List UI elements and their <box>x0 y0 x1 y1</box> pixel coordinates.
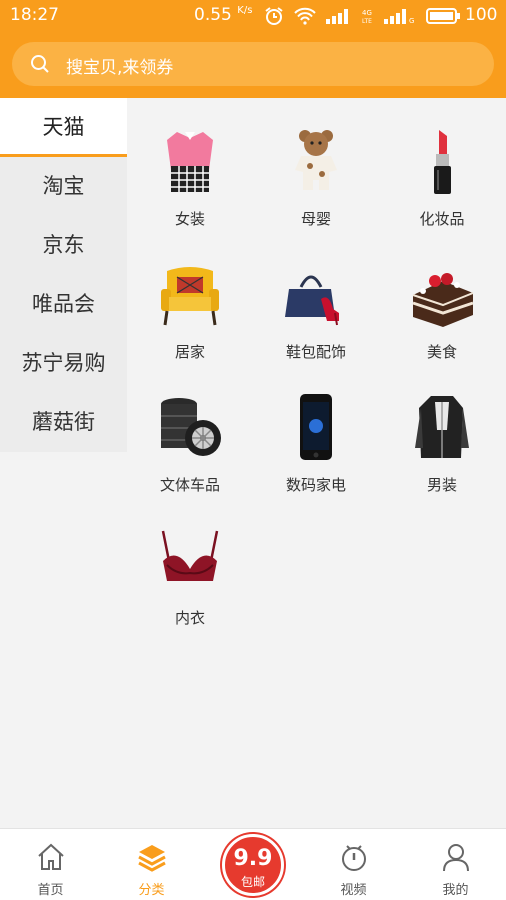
bag-shoe-icon <box>285 275 339 326</box>
category-grid: 女装 母婴 化妆品 居家 鞋包配饰 美食 文体车品 数码家电 男装 内衣 <box>127 98 506 828</box>
nav-category[interactable]: 分类 <box>101 829 202 900</box>
sidebar-item-vip[interactable]: 唯品会 <box>0 275 127 334</box>
category-womens-clothing[interactable]: 女装 <box>127 98 253 231</box>
category-label: 数码家电 <box>285 476 346 494</box>
promo-free-shipping-button[interactable]: 9.9 包邮 <box>222 834 284 896</box>
nav-profile[interactable]: 我的 <box>405 829 506 900</box>
wifi-icon <box>294 7 316 25</box>
alarm-icon <box>265 7 283 25</box>
category-label: 母婴 <box>300 210 331 228</box>
home-icon <box>38 843 64 870</box>
cake-icon <box>412 273 474 327</box>
mens-jacket-icon <box>415 396 469 458</box>
category-baby[interactable]: 母婴 <box>253 98 379 231</box>
category-shoes-bags[interactable]: 鞋包配饰 <box>253 231 379 364</box>
category-layers-icon <box>138 845 166 872</box>
category-label: 居家 <box>174 343 205 361</box>
battery-icon <box>426 8 460 24</box>
sidebar-item-mogujie[interactable]: 蘑菇街 <box>0 393 127 452</box>
battery-level: 100 <box>465 5 498 25</box>
category-label: 内衣 <box>174 609 205 627</box>
category-label: 女装 <box>174 210 205 228</box>
promo-label: 包邮 <box>240 875 265 889</box>
category-mens-clothing[interactable]: 男装 <box>379 364 505 497</box>
signal-4g-icon: 4GLTE <box>362 9 372 24</box>
sidebar-item-tmall[interactable]: 天猫 <box>0 98 127 157</box>
womens-clothing-icon <box>167 132 213 192</box>
signal-icon: G <box>384 9 414 24</box>
search-bar[interactable]: 搜宝贝,来领券 <box>12 42 494 86</box>
category-label: 化妆品 <box>419 210 465 228</box>
platform-sidebar: 天猫 淘宝 京东 唯品会 苏宁易购 蘑菇街 <box>0 98 127 452</box>
video-icon <box>342 845 366 871</box>
baby-icon <box>295 130 337 190</box>
category-food[interactable]: 美食 <box>379 231 505 364</box>
tire-icon <box>161 398 221 456</box>
category-label: 男装 <box>426 476 457 494</box>
search-placeholder: 搜宝贝,来领券 <box>66 58 174 78</box>
status-bar: 18:27 0.55 K/s 4G LTE G 100 <box>0 0 506 32</box>
nav-label: 分类 <box>138 883 165 898</box>
profile-icon <box>443 844 469 872</box>
svg-text:LTE: LTE <box>362 18 372 24</box>
category-sports-auto[interactable]: 文体车品 <box>127 364 253 497</box>
svg-text:G: G <box>409 17 414 24</box>
category-cosmetics[interactable]: 化妆品 <box>379 98 505 231</box>
status-time: 18:27 <box>10 5 59 25</box>
category-label: 鞋包配饰 <box>285 343 346 361</box>
promo-price: 9.9 <box>233 846 273 871</box>
nav-video[interactable]: 视频 <box>303 829 404 900</box>
search-icon <box>31 55 49 73</box>
svg-text:4G: 4G <box>362 9 372 17</box>
network-speed: 0.55 K/s <box>194 5 252 25</box>
header: 18:27 0.55 K/s 4G LTE G 100 搜宝贝,来领券 <box>0 0 506 98</box>
nav-label: 我的 <box>442 883 469 898</box>
category-digital[interactable]: 数码家电 <box>253 364 379 497</box>
category-label: 美食 <box>426 343 457 361</box>
category-underwear[interactable]: 内衣 <box>127 497 253 630</box>
nav-label: 首页 <box>37 883 64 898</box>
sidebar-item-taobao[interactable]: 淘宝 <box>0 157 127 216</box>
nav-home[interactable]: 首页 <box>0 829 101 900</box>
lipstick-icon <box>434 130 451 194</box>
speed-unit: K/s <box>237 5 253 16</box>
nav-label: 视频 <box>340 883 367 898</box>
signal-icon <box>326 9 348 24</box>
sidebar-item-jd[interactable]: 京东 <box>0 216 127 275</box>
armchair-icon <box>161 267 219 326</box>
phone-icon <box>300 394 332 460</box>
category-home[interactable]: 居家 <box>127 231 253 364</box>
category-label: 文体车品 <box>159 476 220 494</box>
speed-value: 0.55 <box>194 5 232 25</box>
sidebar-item-suning[interactable]: 苏宁易购 <box>0 334 127 393</box>
lingerie-icon <box>161 530 219 581</box>
